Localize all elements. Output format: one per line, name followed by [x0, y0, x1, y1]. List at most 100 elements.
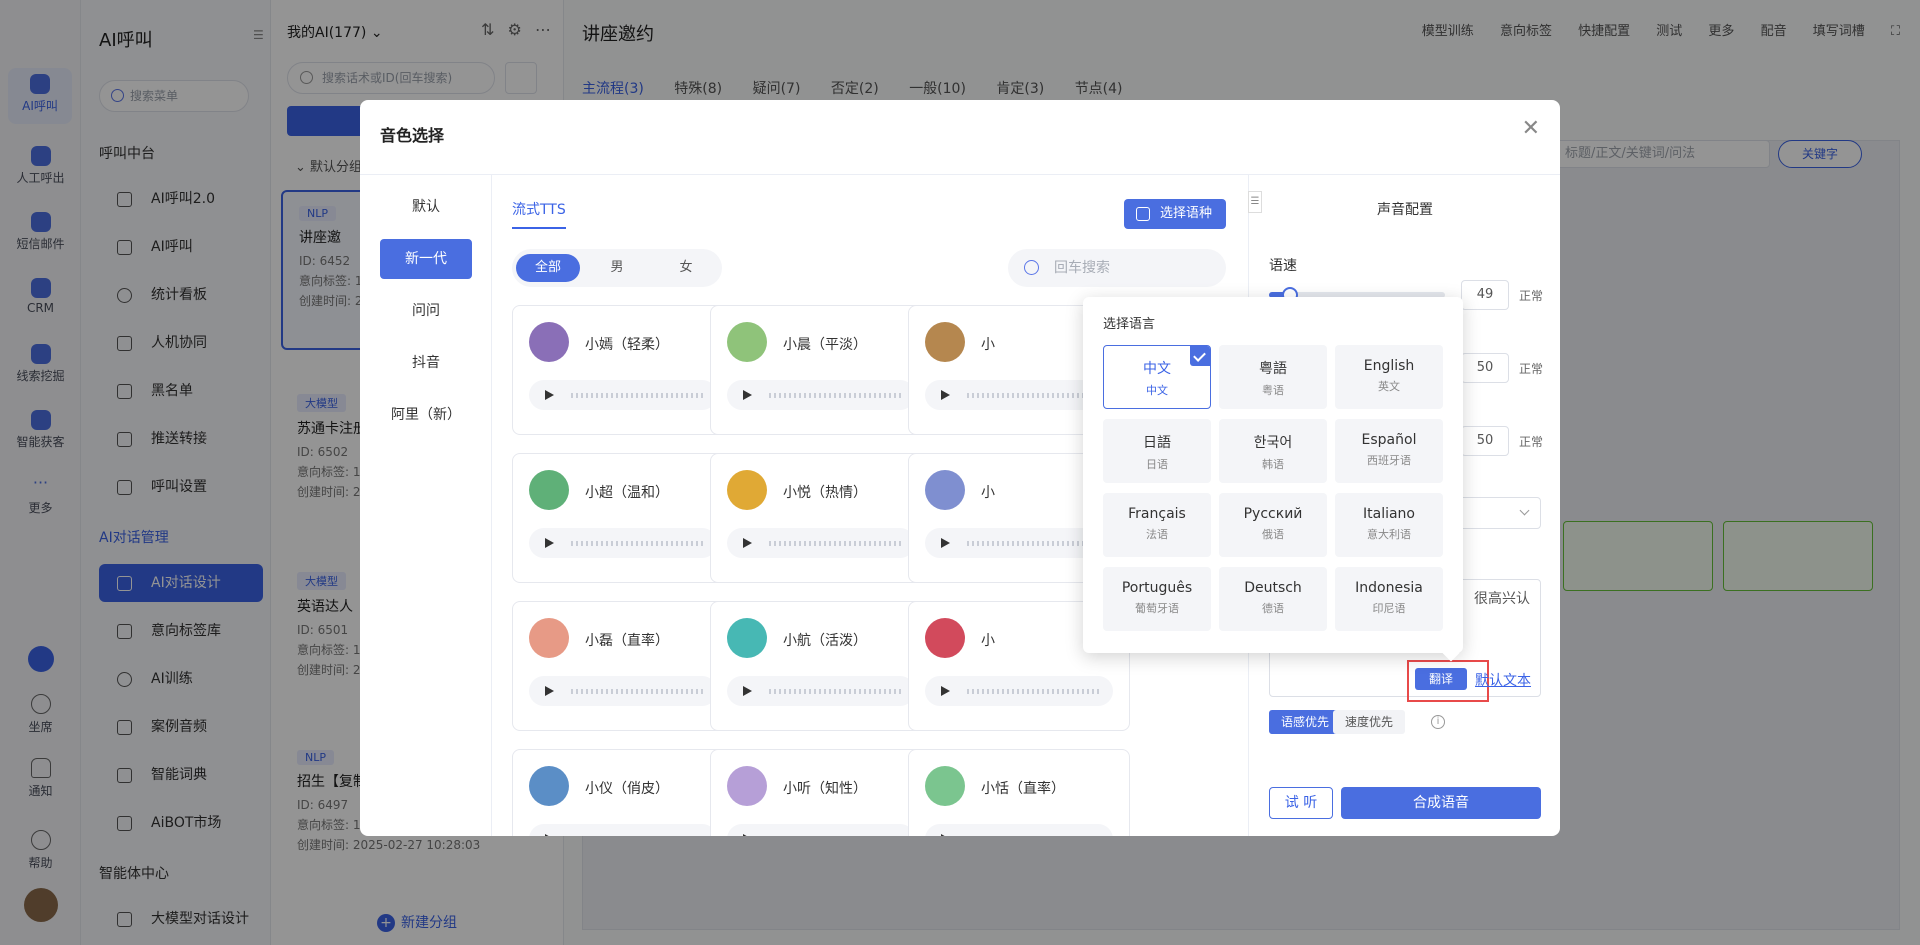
- audio-player[interactable]: [925, 824, 1113, 836]
- language-option[interactable]: Deutsch 德语: [1219, 567, 1327, 631]
- voice-avatar: [727, 618, 767, 658]
- play-icon[interactable]: [743, 686, 752, 696]
- voice-name: 小航（活泼）: [783, 633, 867, 649]
- voice-search-input[interactable]: 回车搜索: [1008, 249, 1226, 287]
- audio-player[interactable]: [727, 824, 915, 836]
- audio-player[interactable]: [529, 824, 717, 836]
- voice-config-title: 声音配置: [1377, 202, 1433, 218]
- close-icon[interactable]: ✕: [1522, 116, 1540, 141]
- play-icon[interactable]: [743, 390, 752, 400]
- language-option[interactable]: Indonesia 印尼语: [1335, 567, 1443, 631]
- voice-avatar: [529, 470, 569, 510]
- check-icon: [1190, 346, 1210, 366]
- language-option[interactable]: Français 法语: [1103, 493, 1211, 557]
- audio-player[interactable]: [529, 528, 717, 558]
- language-option[interactable]: 粤語 粤语: [1219, 345, 1327, 409]
- vendor-douyin[interactable]: 抖音: [380, 343, 472, 383]
- voice-card[interactable]: 小超（温和）: [512, 453, 734, 583]
- voice-avatar: [727, 766, 767, 806]
- voice-avatar: [529, 618, 569, 658]
- gender-all[interactable]: 全部: [516, 254, 580, 282]
- priority-speed-button[interactable]: 速度优先: [1333, 710, 1406, 734]
- gender-male[interactable]: 男: [585, 254, 649, 282]
- voice-name: 小恬（直率）: [981, 781, 1065, 797]
- chevron-down-icon: [1519, 505, 1530, 516]
- voice-avatar: [529, 766, 569, 806]
- gender-filter: 全部 男 女: [512, 249, 722, 287]
- language-name: Deutsch: [1244, 580, 1302, 596]
- translate-button[interactable]: 翻译: [1415, 668, 1467, 690]
- waveform: [571, 541, 703, 546]
- voice-avatar: [925, 470, 965, 510]
- language-name: English: [1363, 358, 1415, 374]
- play-icon[interactable]: [545, 390, 554, 400]
- voice-card[interactable]: 小磊（直率）: [512, 601, 734, 731]
- vendor-wenwen[interactable]: 问问: [380, 291, 472, 331]
- play-icon[interactable]: [941, 390, 950, 400]
- audio-player[interactable]: [727, 380, 915, 410]
- play-icon[interactable]: [545, 686, 554, 696]
- language-name: 粤語: [1259, 361, 1287, 377]
- language-subtitle: 韩语: [1262, 458, 1284, 471]
- voice-card[interactable]: 小恬（直率）: [908, 749, 1130, 836]
- language-name: 한국어: [1253, 435, 1293, 451]
- language-name: Italiano: [1363, 506, 1415, 522]
- language-option[interactable]: Italiano 意大利语: [1335, 493, 1443, 557]
- dialog-title: 音色选择: [380, 126, 445, 145]
- language-subtitle: 葡萄牙语: [1135, 602, 1179, 615]
- voice-card[interactable]: 小航（活泼）: [710, 601, 932, 731]
- voice-card[interactable]: 小悦（热情）: [710, 453, 932, 583]
- play-icon[interactable]: [743, 834, 752, 836]
- language-name: Indonesia: [1355, 580, 1423, 596]
- synthesize-button[interactable]: 合成语音: [1341, 787, 1541, 819]
- vendor-new-gen[interactable]: 新一代: [380, 239, 472, 279]
- language-option[interactable]: 日語 日语: [1103, 419, 1211, 483]
- listen-button[interactable]: 试 听: [1269, 787, 1333, 819]
- voice-name: 小磊（直率）: [585, 633, 669, 649]
- select-language-button[interactable]: 选择语种: [1124, 199, 1226, 229]
- audio-player[interactable]: [529, 676, 717, 706]
- play-icon[interactable]: [545, 834, 554, 836]
- default-text-link[interactable]: 默认文本: [1475, 670, 1531, 690]
- voice-name: 小悦（热情）: [783, 485, 867, 501]
- play-icon[interactable]: [545, 538, 554, 548]
- voice-avatar: [727, 470, 767, 510]
- priority-feel-button[interactable]: 语感优先: [1269, 710, 1342, 734]
- language-option[interactable]: 中文 中文: [1103, 345, 1211, 409]
- waveform: [769, 689, 901, 694]
- language-name: Português: [1121, 580, 1193, 596]
- audio-player[interactable]: [727, 528, 915, 558]
- tab-stream-tts[interactable]: 流式TTS: [512, 199, 566, 229]
- info-icon[interactable]: i: [1431, 715, 1445, 729]
- vendor-default[interactable]: 默认: [380, 187, 472, 227]
- play-icon[interactable]: [941, 538, 950, 548]
- pitch-value-input[interactable]: 50: [1461, 426, 1509, 456]
- voice-card[interactable]: 小听（知性）: [710, 749, 932, 836]
- language-option[interactable]: Русский 俄语: [1219, 493, 1327, 557]
- language-option[interactable]: Español 西班牙语: [1335, 419, 1443, 483]
- speed-value-input[interactable]: 49: [1461, 280, 1509, 310]
- language-subtitle: 日语: [1146, 458, 1168, 471]
- voice-name: 小仪（俏皮）: [585, 781, 669, 797]
- vendor-ali-new[interactable]: 阿里（新）: [380, 395, 472, 435]
- language-option[interactable]: English 英文: [1335, 345, 1443, 409]
- language-subtitle: 西班牙语: [1367, 454, 1411, 467]
- play-icon[interactable]: [941, 834, 950, 836]
- voice-card[interactable]: 小晨（平淡）: [710, 305, 932, 435]
- voice-name: 小嫣（轻柔）: [585, 337, 669, 353]
- volume-value-input[interactable]: 50: [1461, 353, 1509, 383]
- voice-name: 小听（知性）: [783, 781, 867, 797]
- voice-name: 小: [981, 337, 995, 353]
- language-option[interactable]: Português 葡萄牙语: [1103, 567, 1211, 631]
- voice-card[interactable]: 小仪（俏皮）: [512, 749, 734, 836]
- audio-player[interactable]: [727, 676, 915, 706]
- audio-player[interactable]: [925, 676, 1113, 706]
- play-icon[interactable]: [941, 686, 950, 696]
- voice-card[interactable]: 小嫣（轻柔）: [512, 305, 734, 435]
- language-option[interactable]: 한국어 韩语: [1219, 419, 1327, 483]
- play-icon[interactable]: [743, 538, 752, 548]
- language-subtitle: 英文: [1378, 380, 1400, 393]
- gender-female[interactable]: 女: [654, 254, 718, 282]
- speed-normal-label: 正常: [1519, 289, 1544, 303]
- audio-player[interactable]: [529, 380, 717, 410]
